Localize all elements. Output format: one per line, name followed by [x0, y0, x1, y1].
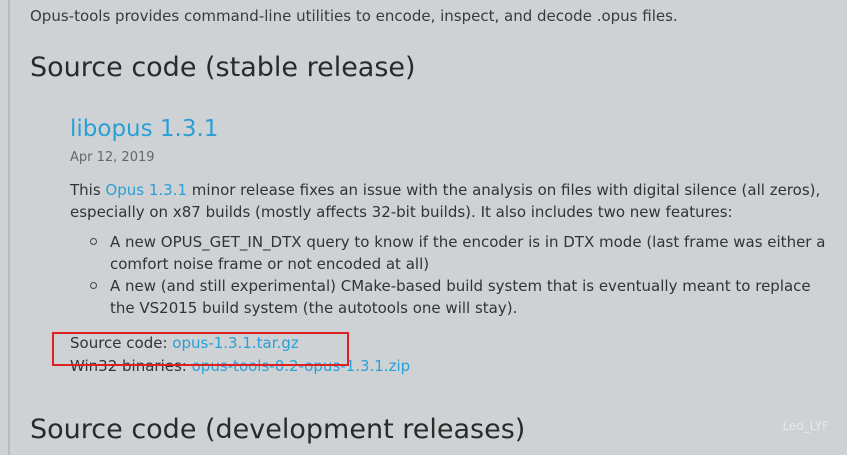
release-description: This Opus 1.3.1 minor release fixes an i…: [70, 179, 830, 223]
release-date: Apr 12, 2019: [70, 150, 155, 165]
highlight-annotation-box: [52, 332, 349, 366]
watermark: Leo_LYF: [782, 419, 829, 433]
list-item: A new OPUS_GET_IN_DTX query to know if t…: [90, 231, 830, 275]
feature-text: A new (and still experimental) CMake-bas…: [110, 277, 811, 317]
feature-list: A new OPUS_GET_IN_DTX query to know if t…: [70, 231, 830, 319]
opus-version-link[interactable]: Opus 1.3.1: [105, 181, 187, 199]
feature-text: A new OPUS_GET_IN_DTX query to know if t…: [110, 233, 826, 273]
release-desc-prefix: This: [70, 181, 106, 199]
release-title-link[interactable]: libopus 1.3.1: [70, 114, 830, 144]
bullet-circle-icon: [90, 238, 97, 245]
stable-release-heading: Source code (stable release): [30, 52, 416, 83]
bullet-circle-icon: [90, 282, 97, 289]
development-releases-heading: Source code (development releases): [30, 414, 526, 445]
intro-text: Opus-tools provides command-line utiliti…: [30, 7, 678, 25]
list-item: A new (and still experimental) CMake-bas…: [90, 275, 830, 319]
page-left-border: [8, 0, 10, 455]
